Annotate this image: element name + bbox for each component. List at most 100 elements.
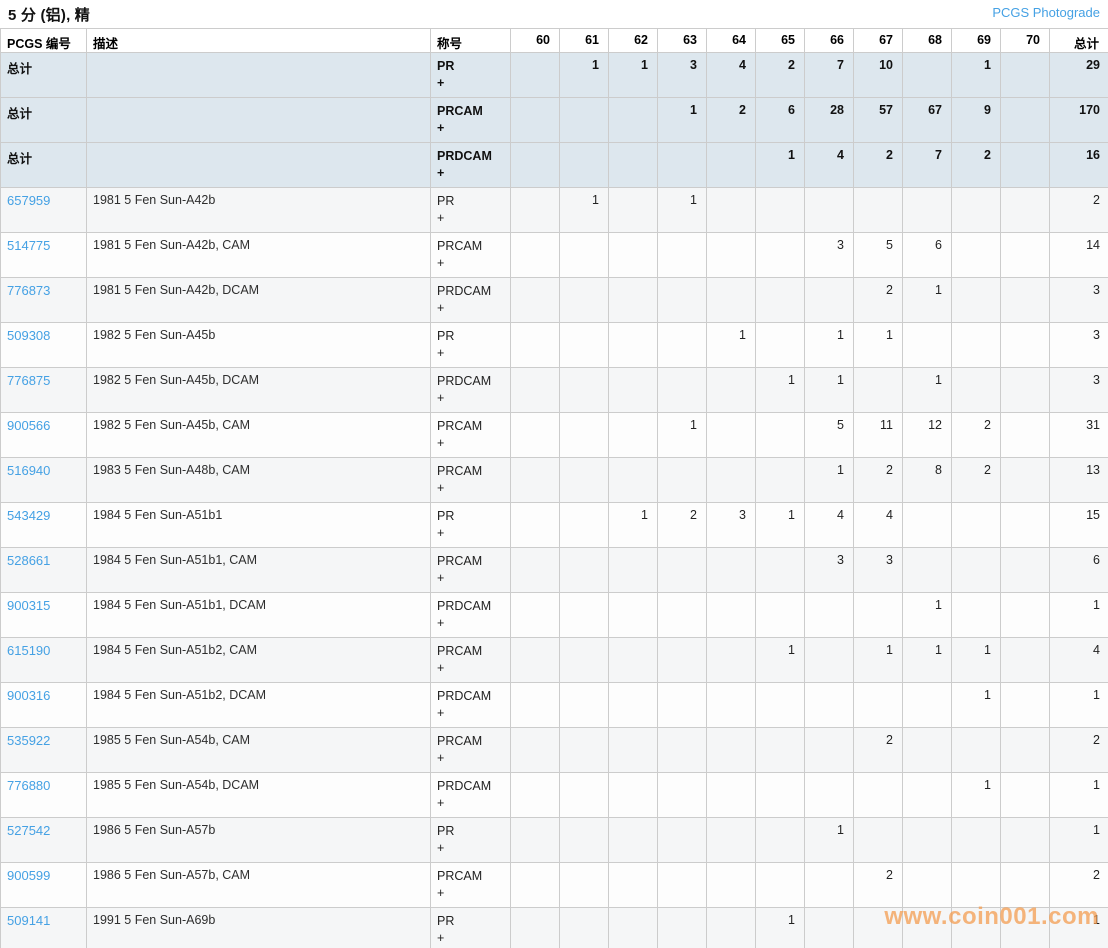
description-cell: 1984 5 Fen Sun-A51b2, CAM: [86, 637, 431, 683]
pcgs-number-link[interactable]: 900315: [7, 598, 50, 613]
grade-cell-68: 12: [902, 412, 952, 458]
table-row: 657959 1981 5 Fen Sun-A42b PR +1 1 2: [0, 187, 1108, 233]
designation-cell: PR +: [430, 322, 511, 368]
grade-cell-68: [902, 52, 952, 98]
header-grade-61: 61: [559, 28, 609, 53]
grade-cell-70: [1000, 907, 1050, 948]
grade-cell-65: 1: [755, 637, 805, 683]
pcgs-number-cell: 900599: [0, 862, 87, 908]
pcgs-number-link[interactable]: 615190: [7, 643, 50, 658]
description-cell: 1986 5 Fen Sun-A57b, CAM: [86, 862, 431, 908]
grade-cell-61: 1: [559, 52, 609, 98]
description-cell: [86, 52, 431, 98]
pcgs-number-cell: 900566: [0, 412, 87, 458]
grade-cell-60: [510, 637, 560, 683]
grade-cell-62: [608, 547, 658, 593]
grade-cell-67: [853, 772, 903, 818]
pcgs-number-link[interactable]: 514775: [7, 238, 50, 253]
grade-cell-60: [510, 502, 560, 548]
grade-cell-60: [510, 682, 560, 728]
grade-cell-63: [657, 817, 707, 863]
grade-cell-62: [608, 862, 658, 908]
grade-cell-61: [559, 907, 609, 948]
header-description: 描述: [86, 28, 431, 53]
pcgs-number-link[interactable]: 516940: [7, 463, 50, 478]
grade-cell-61: [559, 367, 609, 413]
grade-cell-67: [853, 817, 903, 863]
pcgs-number-link[interactable]: 657959: [7, 193, 50, 208]
grade-cell-68: [902, 727, 952, 773]
pcgs-number-link[interactable]: 527542: [7, 823, 50, 838]
header-grade-60: 60: [510, 28, 560, 53]
designation-label: PRDCAM: [437, 149, 492, 163]
grade-cell-64: [706, 547, 756, 593]
grade-cell-69: [951, 727, 1001, 773]
designation-label: PR: [437, 509, 455, 523]
grade-cell-69: [951, 592, 1001, 638]
grade-cell-69: [951, 277, 1001, 323]
header-pcgs-number: PCGS 编号: [0, 28, 87, 53]
header-total: 总计: [1049, 28, 1108, 53]
pcgs-number-link[interactable]: 776873: [7, 283, 50, 298]
grade-cell-60: [510, 772, 560, 818]
grade-cell-64: 2: [706, 97, 756, 143]
grade-cell-62: [608, 727, 658, 773]
grade-cell-69: [951, 817, 1001, 863]
pcgs-number-link[interactable]: 900566: [7, 418, 50, 433]
pcgs-number-link[interactable]: 776875: [7, 373, 50, 388]
grade-cell-65: [755, 187, 805, 233]
grade-cell-63: 1: [657, 412, 707, 458]
grade-cell-67: 1: [853, 637, 903, 683]
grade-cell-64: [706, 277, 756, 323]
pcgs-number-link[interactable]: 543429: [7, 508, 50, 523]
designation-cell: PRDCAM +: [430, 592, 511, 638]
grade-cell-65: [755, 862, 805, 908]
grade-cell-68: 1: [902, 277, 952, 323]
grade-cell-69: 1: [951, 772, 1001, 818]
description-cell: 1984 5 Fen Sun-A51b1, CAM: [86, 547, 431, 593]
pcgs-number-link[interactable]: 535922: [7, 733, 50, 748]
plus-designation-label: +: [437, 166, 445, 180]
description-cell: 1984 5 Fen Sun-A51b1: [86, 502, 431, 548]
pcgs-number-link[interactable]: 509141: [7, 913, 50, 928]
grade-cell-61: [559, 682, 609, 728]
plus-designation-label: +: [437, 76, 445, 90]
grade-cell-60: [510, 367, 560, 413]
grade-cell-61: [559, 547, 609, 593]
designation-label: PR: [437, 59, 455, 73]
pcgs-number-link[interactable]: 900599: [7, 868, 50, 883]
grade-cell-62: 1: [608, 52, 658, 98]
grade-cell-63: [657, 727, 707, 773]
pcgs-number-link[interactable]: 528661: [7, 553, 50, 568]
grade-cell-64: [706, 772, 756, 818]
grade-cell-64: [706, 727, 756, 773]
row-total-cell: 1: [1049, 907, 1108, 948]
grade-cell-65: 1: [755, 367, 805, 413]
pcgs-number-cell: 776873: [0, 277, 87, 323]
grade-cell-69: 9: [951, 97, 1001, 143]
grade-cell-60: [510, 592, 560, 638]
plus-designation-label: +: [437, 301, 445, 315]
grade-cell-64: [706, 907, 756, 948]
pcgs-number-cell: 776875: [0, 367, 87, 413]
grade-cell-64: [706, 682, 756, 728]
pcgs-number-link[interactable]: 509308: [7, 328, 50, 343]
table-row: 900599 1986 5 Fen Sun-A57b, CAM PRCAM +2 2: [0, 862, 1108, 908]
grade-cell-66: [804, 682, 854, 728]
header-grade-68: 68: [902, 28, 952, 53]
description-cell: 1981 5 Fen Sun-A42b, CAM: [86, 232, 431, 278]
grade-cell-68: 1: [902, 367, 952, 413]
grade-cell-68: [902, 817, 952, 863]
pcgs-number-link[interactable]: 900316: [7, 688, 50, 703]
header-grade-70: 70: [1000, 28, 1050, 53]
grade-cell-68: [902, 862, 952, 908]
grade-cell-70: [1000, 412, 1050, 458]
population-report-page: 5 分 (铝), 精 PCGS Photograde PCGS 编号 描述 称号…: [0, 0, 1108, 948]
table-row: 509141 1991 5 Fen Sun-A69b PR +1 1: [0, 907, 1108, 948]
grade-cell-68: [902, 772, 952, 818]
grade-cell-61: [559, 592, 609, 638]
pcgs-photograde-link[interactable]: PCGS Photograde: [992, 5, 1100, 20]
row-total-cell: 1: [1049, 772, 1108, 818]
pcgs-number-link[interactable]: 776880: [7, 778, 50, 793]
row-total-cell: 13: [1049, 457, 1108, 503]
